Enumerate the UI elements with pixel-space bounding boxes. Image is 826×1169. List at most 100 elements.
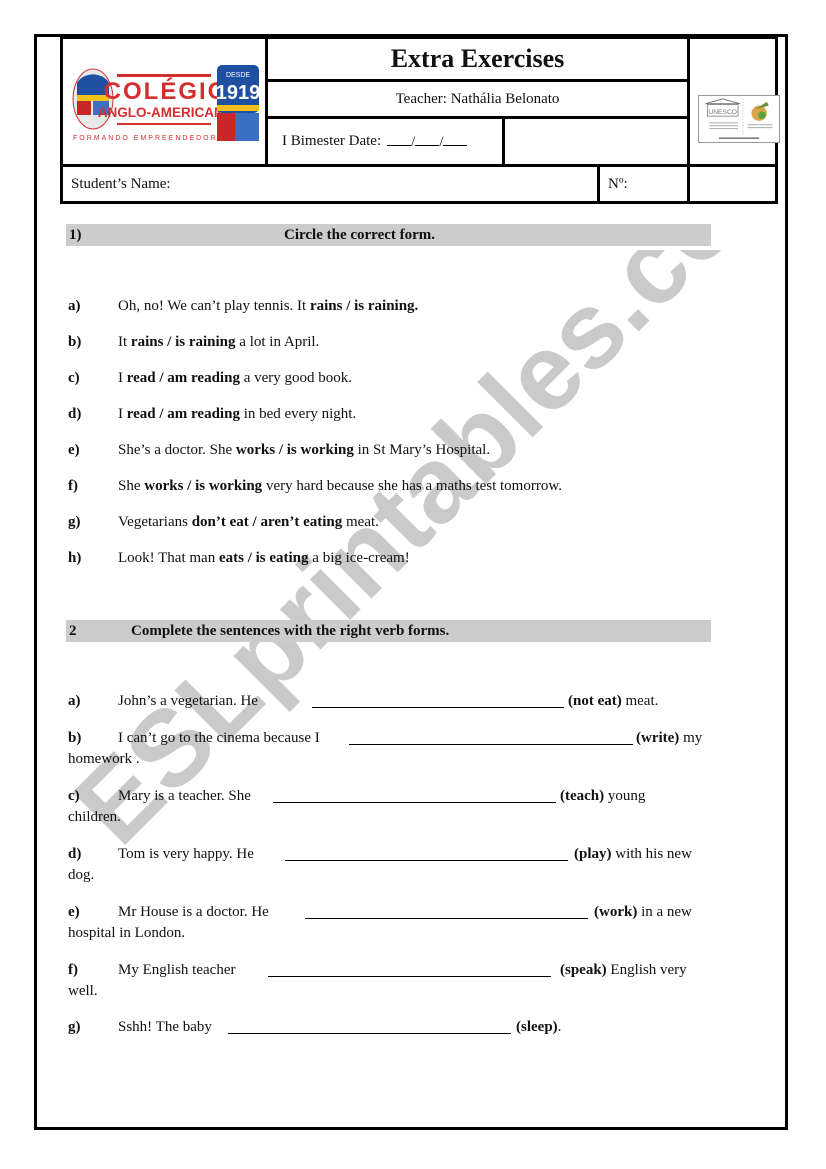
- exercise-2-item: f) My English teacher (speak) English very…: [68, 960, 710, 1002]
- sentence-tail: meat.: [621, 693, 659, 709]
- verb-hint: (work): [594, 904, 638, 920]
- verb-hint: (speak): [560, 962, 607, 978]
- sentence-start: I: [118, 370, 127, 386]
- sentence-tail: .: [557, 1019, 562, 1035]
- answer-blank[interactable]: [285, 844, 568, 861]
- answer-blank[interactable]: [228, 1017, 511, 1034]
- sentence-tail: English very: [606, 962, 687, 978]
- answer-blank[interactable]: [312, 691, 564, 708]
- verb-choice[interactable]: works / is working: [236, 442, 354, 458]
- item-letter: e): [68, 904, 80, 920]
- verb-hint: (not eat): [568, 693, 622, 709]
- section-2-instruction: Complete the sentences with the right ve…: [131, 622, 450, 639]
- student-number-cell[interactable]: Nº:: [597, 164, 690, 204]
- sentence-start: I: [118, 406, 127, 422]
- sentence-continuation: dog.: [68, 867, 95, 883]
- date-label: I Bimester Date:: [282, 133, 382, 149]
- logo-school-name: COLÉGIO: [104, 77, 229, 105]
- exercise-2-item: c) Mary is a teacher. She (teach) young chi…: [68, 786, 710, 828]
- sentence-start: John’s a vegetarian. He: [118, 693, 258, 709]
- unesco-text: UNESCO: [708, 109, 737, 116]
- item-letter: d): [68, 406, 82, 422]
- blank-cell: [502, 116, 690, 167]
- item-sentence: She’s a doctor. She works / is working i…: [118, 440, 490, 460]
- sentence-start: She’s a doctor. She: [118, 442, 236, 458]
- verb-choice[interactable]: eats / is eating: [219, 550, 309, 566]
- sentence-start: Mr House is a doctor. He: [118, 904, 269, 920]
- sentence-end: (not eat) meat.: [568, 691, 658, 712]
- sentence-continuation: homework .: [68, 751, 140, 767]
- title-cell: Extra Exercises: [265, 36, 690, 82]
- sentence-start: It: [118, 334, 131, 350]
- item-letter: d): [68, 846, 82, 862]
- verb-choice[interactable]: rains / is raining: [131, 334, 236, 350]
- teacher-cell: Teacher: Nathália Belonato: [265, 79, 690, 119]
- date-cell: I Bimester Date: / /: [265, 116, 505, 167]
- unesco-cell: UNESCO: [687, 36, 780, 167]
- sentence-start: She: [118, 478, 145, 494]
- item-sentence: Vegetarians don’t eat / aren’t eating me…: [118, 512, 379, 532]
- item-sentence: I read / am reading in bed every night.: [118, 404, 356, 424]
- verb-choice[interactable]: works / is working: [144, 478, 262, 494]
- date-month-blank[interactable]: [415, 133, 440, 146]
- sentence-end: (write) my: [636, 728, 702, 749]
- sentence-end: (speak) English very: [560, 960, 687, 981]
- date-field[interactable]: / /: [387, 133, 468, 151]
- logo-tagline: FORMANDO EMPREENDEDORES: [73, 135, 231, 142]
- teacher-name: Teacher: Nathália Belonato: [395, 90, 560, 107]
- verb-hint: (write): [636, 730, 680, 746]
- exercise-2-item: d) Tom is very happy. He (play) with his n…: [68, 844, 710, 886]
- verb-hint: (play): [574, 846, 612, 862]
- header-table: COLÉGIO ANGLO-AMERICANO FORMANDO EMPREEN…: [60, 36, 780, 204]
- sentence-end: (work) in a new: [594, 902, 692, 923]
- answer-blank[interactable]: [349, 728, 633, 745]
- item-letter: g): [68, 1019, 81, 1035]
- sentence-start: My English teacher: [118, 962, 236, 978]
- logo-since-label: DESDE: [226, 72, 250, 79]
- sentence-continuation: well.: [68, 983, 98, 999]
- section-2-number: 2: [69, 622, 77, 639]
- verb-choice[interactable]: rains / is raining.: [310, 298, 418, 314]
- logo-since-year: 1919: [216, 82, 261, 104]
- date-year-blank[interactable]: [443, 133, 468, 146]
- sentence-continuation: hospital in London.: [68, 925, 186, 941]
- sentence-end: (sleep).: [516, 1017, 561, 1038]
- sentence-tail: young: [604, 788, 646, 804]
- school-logo: COLÉGIO ANGLO-AMERICANO FORMANDO EMPREEN…: [72, 65, 261, 142]
- item-letter: f): [68, 478, 78, 494]
- sentence-tail: my: [679, 730, 703, 746]
- item-letter: a): [68, 298, 81, 314]
- item-letter: g): [68, 514, 81, 530]
- answer-blank[interactable]: [305, 902, 588, 919]
- school-logo-cell: COLÉGIO ANGLO-AMERICANO FORMANDO EMPREEN…: [60, 36, 268, 167]
- sentence-start: Look! That man: [118, 550, 219, 566]
- item-letter: b): [68, 334, 82, 350]
- sentence-end: a big ice-cream!: [308, 550, 410, 566]
- verb-choice[interactable]: don’t eat / aren’t eating: [192, 514, 343, 530]
- item-sentence: I read / am reading a very good book.: [118, 368, 352, 388]
- verb-choice[interactable]: read / am reading: [127, 406, 240, 422]
- exercise-2-item: b) I can’t go to the cinema because I (wri…: [68, 728, 710, 770]
- item-letter: f): [68, 962, 78, 978]
- extra-cell: [687, 164, 778, 204]
- verb-choice[interactable]: read / am reading: [127, 370, 240, 386]
- student-number-label: Nº:: [608, 175, 628, 192]
- sentence-tail: with his new: [611, 846, 692, 862]
- sentence-end: in bed every night.: [239, 406, 357, 422]
- student-name-cell[interactable]: Student’s Name:: [60, 164, 600, 204]
- sentence-start: Vegetarians: [118, 514, 192, 530]
- sentence-end: a lot in April.: [235, 334, 320, 350]
- verb-hint: (sleep): [516, 1019, 558, 1035]
- sentence-end: meat.: [342, 514, 379, 530]
- logo-school-subname: ANGLO-AMERICANO: [98, 105, 235, 120]
- date-day-blank[interactable]: [387, 133, 412, 146]
- section-1-number: 1): [69, 226, 82, 243]
- answer-blank[interactable]: [273, 786, 556, 803]
- sentence-end: (teach) young: [560, 786, 645, 807]
- item-sentence: Oh, no! We can’t play tennis. It rains /…: [118, 296, 418, 316]
- exercise-2-item: a) John’s a vegetarian. He (not eat) meat.: [68, 691, 710, 712]
- answer-blank[interactable]: [268, 960, 551, 977]
- exercise-2-item: g) Sshh! The baby (sleep).: [68, 1017, 710, 1038]
- unesco-logo: UNESCO: [698, 95, 780, 143]
- sentence-start: Mary is a teacher. She: [118, 788, 251, 804]
